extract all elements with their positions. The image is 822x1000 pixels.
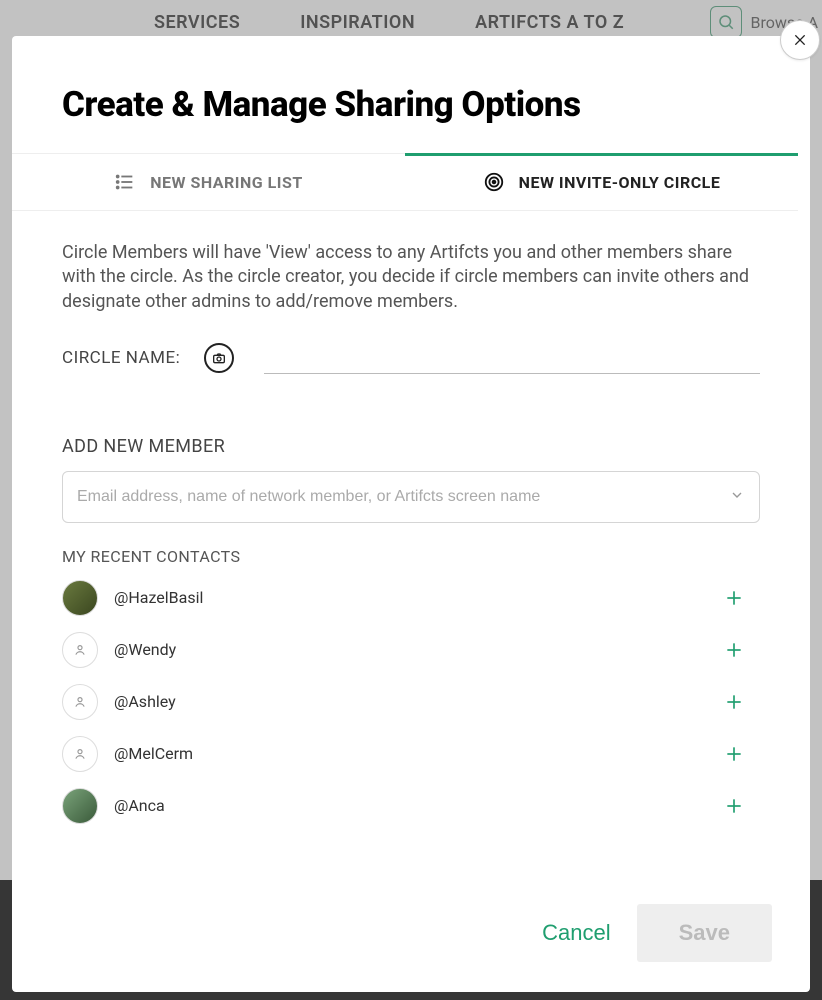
plus-icon — [724, 796, 744, 816]
add-contact-button[interactable] — [720, 740, 748, 768]
tab-new-sharing-list[interactable]: NEW SHARING LIST — [12, 154, 405, 210]
tabs: NEW SHARING LIST NEW INVITE-ONLY CIRCLE — [12, 153, 798, 211]
add-contact-button[interactable] — [720, 688, 748, 716]
contact-row: @Wendy — [62, 624, 748, 676]
contact-row: @MelCerm — [62, 728, 748, 780]
cancel-button[interactable]: Cancel — [542, 920, 610, 946]
target-icon — [483, 171, 505, 193]
contact-handle: @Ashley — [114, 692, 704, 711]
close-button[interactable] — [780, 20, 820, 60]
contact-row: @Anca — [62, 780, 748, 832]
add-member-input[interactable] — [77, 488, 729, 506]
modal-body: Circle Members will have 'View' access t… — [12, 211, 810, 886]
circle-description: Circle Members will have 'View' access t… — [62, 241, 760, 314]
avatar — [62, 684, 98, 720]
plus-icon — [724, 692, 744, 712]
modal-title: Create & Manage Sharing Options — [12, 36, 810, 153]
person-icon — [73, 747, 87, 761]
plus-icon — [724, 744, 744, 764]
tab-list-label: NEW SHARING LIST — [150, 173, 303, 192]
avatar — [62, 736, 98, 772]
add-member-label: ADD NEW MEMBER — [62, 436, 760, 457]
add-member-combobox[interactable] — [62, 471, 760, 523]
plus-icon — [724, 588, 744, 608]
contact-row: @HazelBasil — [62, 572, 748, 624]
recent-contacts-label: MY RECENT CONTACTS — [62, 547, 760, 566]
circle-name-row: CIRCLE NAME: — [62, 342, 760, 374]
chevron-down-icon — [729, 487, 745, 507]
save-button[interactable]: Save — [637, 904, 772, 962]
contact-handle: @MelCerm — [114, 744, 704, 763]
add-contact-button[interactable] — [720, 636, 748, 664]
close-icon — [792, 32, 808, 48]
contact-handle: @Wendy — [114, 640, 704, 659]
person-icon — [73, 643, 87, 657]
list-icon — [114, 171, 136, 193]
camera-icon[interactable] — [204, 343, 234, 373]
plus-icon — [724, 640, 744, 660]
avatar — [62, 632, 98, 668]
add-contact-button[interactable] — [720, 584, 748, 612]
circle-name-input[interactable] — [264, 342, 760, 374]
add-contact-button[interactable] — [720, 792, 748, 820]
contact-handle: @HazelBasil — [114, 588, 704, 607]
person-icon — [73, 695, 87, 709]
contact-handle: @Anca — [114, 796, 704, 815]
circle-name-label: CIRCLE NAME: — [62, 348, 180, 368]
recent-contacts-list: @HazelBasil @Wendy @Ashley — [62, 572, 760, 886]
tab-new-invite-circle[interactable]: NEW INVITE-ONLY CIRCLE — [405, 154, 798, 210]
sharing-modal: Create & Manage Sharing Options NEW SHAR… — [12, 36, 810, 992]
modal-footer: Cancel Save — [12, 886, 810, 992]
avatar — [62, 580, 98, 616]
avatar — [62, 788, 98, 824]
contact-row: @Ashley — [62, 676, 748, 728]
tab-circle-label: NEW INVITE-ONLY CIRCLE — [519, 173, 721, 192]
